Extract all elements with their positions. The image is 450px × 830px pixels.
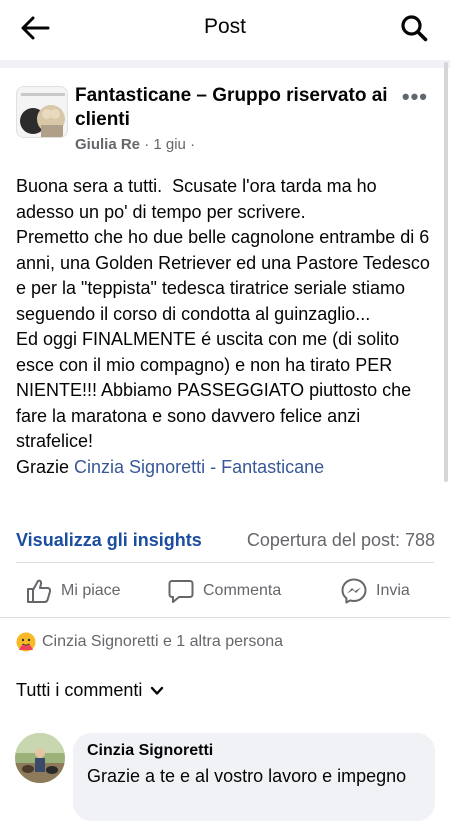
comment-bubble-icon bbox=[168, 580, 194, 603]
messenger-icon bbox=[341, 578, 367, 604]
care-reaction-icon bbox=[16, 632, 36, 652]
scrollbar[interactable] bbox=[444, 62, 448, 482]
page-title: Post bbox=[203, 15, 247, 38]
post-meta: Giulia Re · 1 giu · bbox=[75, 136, 195, 153]
comment-label: Commenta bbox=[203, 582, 282, 599]
divider bbox=[16, 562, 434, 563]
meta-separator-2: · bbox=[190, 136, 196, 153]
like-label: Mi piace bbox=[61, 582, 121, 599]
action-bar: Mi piace Commenta Invia bbox=[0, 573, 450, 609]
top-divider bbox=[0, 60, 450, 68]
comments-filter-label: Tutti i commenti bbox=[16, 680, 143, 700]
reactions-summary[interactable]: Cinzia Signoretti e 1 altra persona bbox=[16, 632, 283, 652]
meta-separator: · bbox=[144, 136, 150, 153]
more-options-icon[interactable]: ••• bbox=[402, 84, 428, 110]
thumbs-up-icon bbox=[27, 579, 52, 603]
search-button[interactable] bbox=[398, 12, 430, 44]
share-label: Invia bbox=[376, 582, 410, 599]
post-reach: Copertura del post: 788 bbox=[246, 530, 435, 550]
comment-author[interactable]: Cinzia Signoretti bbox=[87, 742, 421, 760]
post-time[interactable]: 1 giu bbox=[153, 136, 186, 153]
comment-bubble[interactable]: Cinzia Signoretti Grazie a te e al vostr… bbox=[73, 733, 435, 821]
comment-text: Grazie a te e al vostro lavoro e impegno bbox=[87, 766, 407, 786]
post-body: Buona sera a tutti. Scusate l'ora tarda … bbox=[16, 174, 436, 480]
view-insights-link[interactable]: Visualizza gli insights bbox=[16, 530, 202, 551]
chevron-down-icon bbox=[151, 686, 164, 695]
commenter-avatar[interactable] bbox=[15, 733, 65, 783]
top-bar: Post bbox=[0, 0, 450, 56]
author-link[interactable]: Giulia Re bbox=[75, 136, 140, 153]
comment-button[interactable]: Commenta bbox=[168, 573, 281, 609]
group-avatar[interactable] bbox=[16, 86, 68, 138]
share-button[interactable]: Invia bbox=[341, 573, 410, 609]
mention-link[interactable]: Cinzia Signoretti - Fantasticane bbox=[74, 457, 324, 477]
like-button[interactable]: Mi piace bbox=[26, 573, 121, 609]
group-name-link[interactable]: Fantasticane – Gruppo riservato ai clien… bbox=[75, 84, 395, 132]
divider bbox=[0, 617, 450, 618]
reactions-text: Cinzia Signoretti e 1 altra persona bbox=[42, 633, 284, 650]
comments-filter-dropdown[interactable]: Tutti i commenti bbox=[16, 680, 164, 701]
post-body-text: Buona sera a tutti. Scusate l'ora tarda … bbox=[16, 176, 430, 477]
search-icon bbox=[401, 15, 428, 42]
